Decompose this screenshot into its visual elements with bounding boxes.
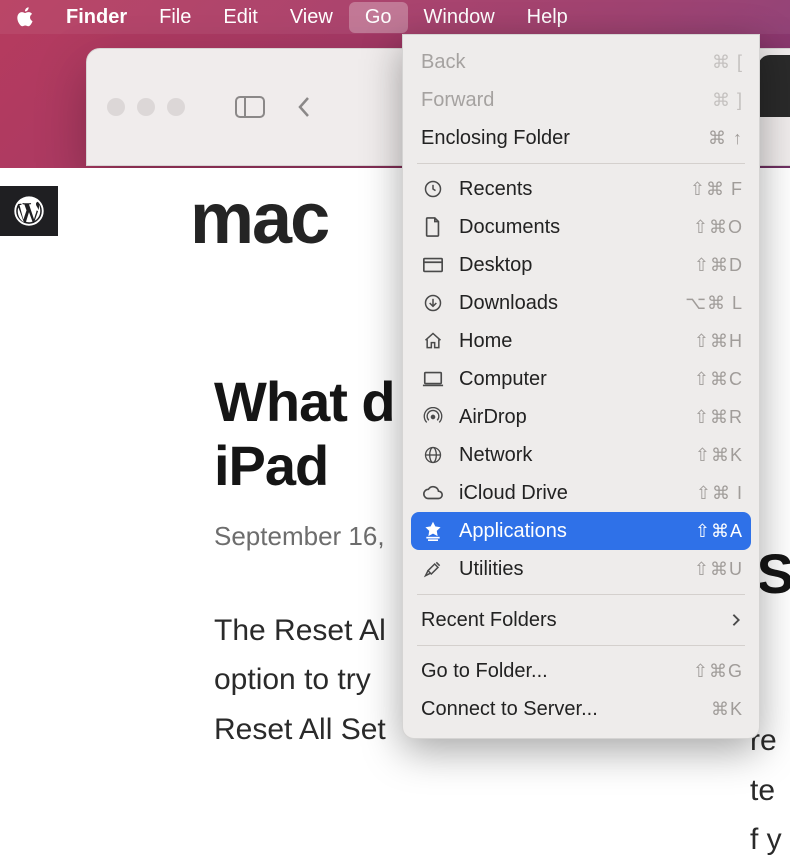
menu-recents[interactable]: Recents ⇧⌘ F (403, 170, 759, 208)
menubar-view[interactable]: View (274, 2, 349, 33)
utilities-icon (421, 557, 445, 581)
zoom-button[interactable] (167, 98, 185, 116)
right-dark-panel (758, 55, 790, 117)
wordpress-bar (0, 186, 58, 236)
desktop-icon (421, 253, 445, 277)
document-icon (421, 215, 445, 239)
go-menu: Back ⌘ [ Forward ⌘ ] Enclosing Folder ⌘ … (402, 34, 760, 739)
menubar-app[interactable]: Finder (50, 2, 143, 33)
menu-recent-folders[interactable]: Recent Folders (403, 601, 759, 639)
menu-forward: Forward ⌘ ] (403, 81, 759, 119)
menu-enclosing-folder[interactable]: Enclosing Folder ⌘ ↑ (403, 119, 759, 157)
menu-go-to-folder[interactable]: Go to Folder... ⇧⌘G (403, 652, 759, 690)
menu-airdrop[interactable]: AirDrop ⇧⌘R (403, 398, 759, 436)
menu-divider (417, 594, 745, 595)
menu-divider (417, 645, 745, 646)
menu-applications[interactable]: Applications ⇧⌘A (411, 512, 751, 550)
chevron-right-icon (729, 613, 743, 627)
menu-divider (417, 163, 745, 164)
network-icon (421, 443, 445, 467)
macpaw-logo: mac (190, 178, 328, 260)
menu-computer[interactable]: Computer ⇧⌘C (403, 360, 759, 398)
minimize-button[interactable] (137, 98, 155, 116)
menu-home[interactable]: Home ⇧⌘H (403, 322, 759, 360)
apple-logo[interactable] (14, 6, 36, 28)
menu-documents[interactable]: Documents ⇧⌘O (403, 208, 759, 246)
menubar-edit[interactable]: Edit (207, 2, 273, 33)
downloads-icon (421, 291, 445, 315)
logo-text: mac (190, 178, 328, 260)
cloud-icon (421, 481, 445, 505)
computer-icon (421, 367, 445, 391)
applications-icon (421, 519, 445, 543)
menu-utilities[interactable]: Utilities ⇧⌘U (403, 550, 759, 588)
wordpress-icon (14, 196, 44, 226)
menu-network[interactable]: Network ⇧⌘K (403, 436, 759, 474)
menu-downloads[interactable]: Downloads ⌥⌘ L (403, 284, 759, 322)
menubar-file[interactable]: File (143, 2, 207, 33)
menubar-window[interactable]: Window (408, 2, 511, 33)
menu-back: Back ⌘ [ (403, 43, 759, 81)
home-icon (421, 329, 445, 353)
menu-desktop[interactable]: Desktop ⇧⌘D (403, 246, 759, 284)
back-icon[interactable] (287, 92, 321, 122)
right-body-snippet: re te f y (750, 716, 790, 865)
clock-icon (421, 177, 445, 201)
menubar-help[interactable]: Help (511, 2, 584, 33)
menu-connect-to-server[interactable]: Connect to Server... ⌘K (403, 690, 759, 728)
right-title-snippet: S (757, 541, 790, 606)
menubar-go[interactable]: Go (349, 2, 408, 33)
menu-icloud-drive[interactable]: iCloud Drive ⇧⌘ I (403, 474, 759, 512)
airdrop-icon (421, 405, 445, 429)
traffic-lights (107, 98, 185, 116)
sidebar-toggle-icon[interactable] (233, 92, 267, 122)
menubar: Finder File Edit View Go Window Help (0, 0, 790, 34)
close-button[interactable] (107, 98, 125, 116)
